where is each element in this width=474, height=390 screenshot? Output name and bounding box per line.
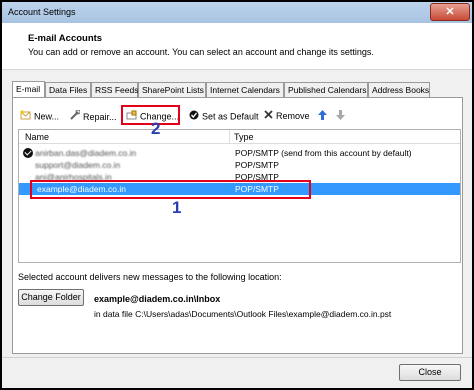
set-default-label: Set as Default (202, 111, 259, 122)
account-type: POP/SMTP (235, 160, 279, 170)
tab-rss-feeds[interactable]: RSS Feeds (91, 82, 138, 97)
account-row[interactable]: support@diadem.co.in POP/SMTP (19, 159, 460, 171)
data-file-path: in data file C:\Users\adas\Documents\Out… (94, 309, 392, 319)
close-button[interactable]: Close (399, 364, 461, 381)
arrow-down-icon (336, 110, 345, 122)
annotation-box-selected-account (30, 180, 311, 199)
footer-divider (2, 357, 472, 358)
default-account-check-icon (23, 148, 33, 158)
remove-icon (264, 110, 273, 123)
tab-published-calendars[interactable]: Published Calendars (284, 82, 368, 97)
column-type-header[interactable]: Type (234, 132, 254, 142)
dialog-header: E-mail Accounts You can add or remove an… (2, 23, 472, 70)
window-close-button[interactable]: ✕ (430, 3, 470, 21)
default-check-icon (189, 110, 199, 124)
delivery-location-text: Selected account delivers new messages t… (18, 272, 282, 282)
account-name: support@diadem.co.in (35, 160, 121, 170)
move-down-button[interactable] (336, 110, 345, 123)
move-up-button[interactable] (318, 110, 327, 123)
annotation-number-1: 1 (172, 198, 182, 217)
tab-data-files[interactable]: Data Files (45, 82, 91, 97)
header-subtitle: You can add or remove an account. You ca… (28, 47, 374, 57)
remove-label: Remove (276, 111, 310, 121)
remove-button[interactable]: Remove (264, 110, 310, 123)
set-as-default-button[interactable]: Set as Default (189, 110, 259, 123)
column-separator (229, 130, 230, 143)
column-name-header[interactable]: Name (25, 132, 49, 142)
repair-label: Repair... (83, 111, 117, 122)
tab-internet-calendars[interactable]: Internet Calendars (206, 82, 284, 97)
repair-icon (69, 109, 81, 125)
arrow-up-icon (318, 110, 327, 122)
repair-button[interactable]: Repair... (69, 109, 117, 125)
account-row-default[interactable]: anirban.das@diadem.co.in POP/SMTP (send … (19, 147, 460, 159)
new-account-button[interactable]: New... (20, 110, 59, 123)
header-title: E-mail Accounts (28, 33, 103, 44)
account-settings-window: Account Settings ✕ E-mail Accounts You c… (2, 2, 472, 388)
new-label: New... (34, 111, 60, 122)
annotation-number-2: 2 (151, 119, 161, 138)
tab-address-books[interactable]: Address Books (368, 82, 430, 97)
account-name: anirban.das@diadem.co.in (35, 148, 137, 158)
delivery-folder-path: example@diadem.co.in\Inbox (94, 294, 221, 304)
window-title: Account Settings (8, 7, 76, 17)
change-folder-button[interactable]: Change Folder (18, 289, 84, 306)
tab-email[interactable]: E-mail (12, 81, 45, 98)
new-mail-icon (20, 110, 31, 124)
list-header: Name Type (19, 130, 460, 144)
account-type: POP/SMTP (send from this account by defa… (235, 148, 412, 158)
tab-sharepoint-lists[interactable]: SharePoint Lists (138, 82, 206, 97)
title-bar: Account Settings ✕ (2, 2, 472, 23)
